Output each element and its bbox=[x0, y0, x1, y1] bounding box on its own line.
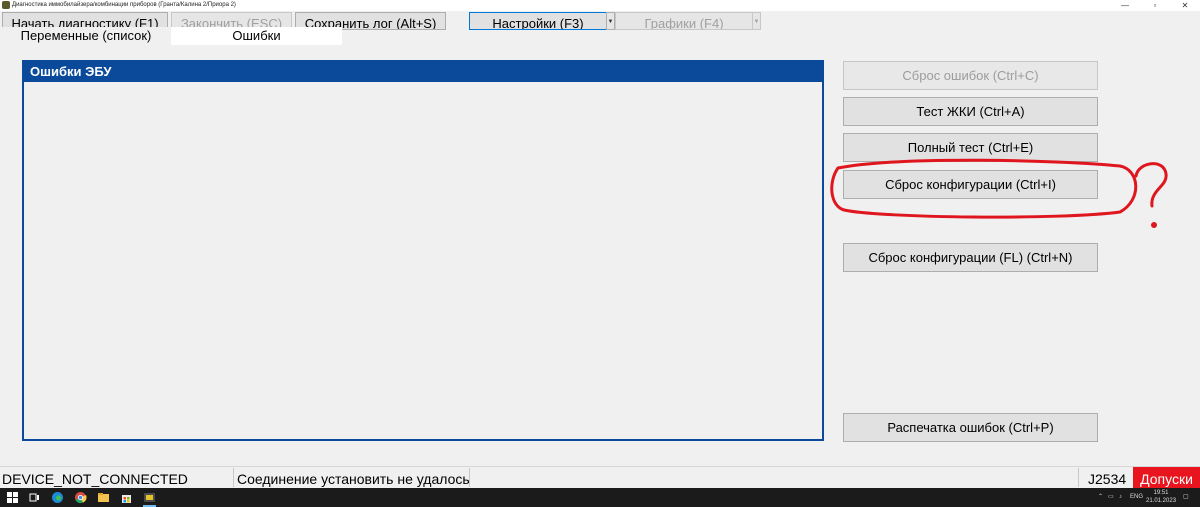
charts-dropdown-arrow-icon[interactable]: ▼ bbox=[752, 12, 761, 30]
network-icon[interactable]: ▭ bbox=[1108, 488, 1114, 507]
minimize-button[interactable]: — bbox=[1110, 0, 1140, 11]
red-annotation bbox=[830, 158, 1168, 228]
status-divider bbox=[469, 468, 470, 487]
reset-config-fl-button[interactable]: Сброс конфигурации (FL) (Ctrl+N) bbox=[843, 243, 1098, 272]
question-mark-icon bbox=[1134, 162, 1168, 208]
charts-button[interactable]: Графики (F4) bbox=[615, 12, 753, 30]
input-language[interactable]: ENG bbox=[1130, 488, 1143, 507]
status-divider bbox=[1078, 468, 1079, 487]
app-icon bbox=[2, 1, 10, 9]
store-icon[interactable] bbox=[120, 491, 133, 504]
clock-time: 19:51 bbox=[1153, 490, 1169, 496]
settings-dropdown-arrow-icon[interactable]: ▼ bbox=[606, 12, 615, 30]
print-errors-button[interactable]: Распечатка ошибок (Ctrl+P) bbox=[843, 413, 1098, 442]
volume-icon[interactable]: ♪ bbox=[1119, 488, 1122, 507]
annotation-ellipse bbox=[830, 158, 1138, 219]
window-title: Диагностика иммобилайзера/комбинации при… bbox=[12, 2, 236, 8]
status-divider bbox=[233, 468, 234, 487]
close-button[interactable]: ✕ bbox=[1170, 0, 1200, 11]
tab-variables-list[interactable]: Переменные (список) bbox=[2, 27, 170, 45]
question-mark-dot bbox=[1151, 222, 1157, 228]
file-explorer-icon[interactable] bbox=[97, 491, 110, 504]
settings-button[interactable]: Настройки (F3) bbox=[469, 12, 607, 30]
ecu-errors-panel: Ошибки ЭБУ bbox=[22, 60, 824, 441]
chrome-icon[interactable] bbox=[74, 491, 87, 504]
status-bar: DEVICE_NOT_CONNECTED Соединение установи… bbox=[0, 466, 1200, 488]
device-status: DEVICE_NOT_CONNECTED bbox=[2, 471, 188, 487]
connection-message: Соединение установить не удалось bbox=[237, 471, 470, 487]
clock[interactable]: 19:51 21.01.2023 bbox=[1146, 489, 1176, 505]
taskbar: ⌃ ▭ ♪ ENG 19:51 21.01.2023 ▢ bbox=[0, 488, 1200, 507]
adapter-label: J2534 bbox=[1088, 471, 1127, 487]
app-icon[interactable] bbox=[143, 491, 156, 504]
windows-start-icon[interactable] bbox=[6, 491, 19, 504]
reset-errors-button[interactable]: Сброс ошибок (Ctrl+C) bbox=[843, 61, 1098, 90]
tolerances-badge[interactable]: Допуски bbox=[1133, 467, 1200, 488]
task-view-icon[interactable] bbox=[28, 491, 41, 504]
title-bar: Диагностика иммобилайзера/комбинации при… bbox=[0, 0, 1200, 11]
edge-icon[interactable] bbox=[51, 491, 64, 504]
notifications-icon[interactable]: ▢ bbox=[1183, 488, 1189, 507]
clock-date: 21.01.2023 bbox=[1146, 498, 1177, 504]
ecu-errors-header: Ошибки ЭБУ bbox=[24, 62, 822, 82]
lcd-test-button[interactable]: Тест ЖКИ (Ctrl+A) bbox=[843, 97, 1098, 126]
tab-errors[interactable]: Ошибки bbox=[171, 27, 342, 45]
maximize-button[interactable]: ▫ bbox=[1140, 0, 1170, 11]
tray-expand-icon[interactable]: ⌃ bbox=[1098, 488, 1103, 507]
